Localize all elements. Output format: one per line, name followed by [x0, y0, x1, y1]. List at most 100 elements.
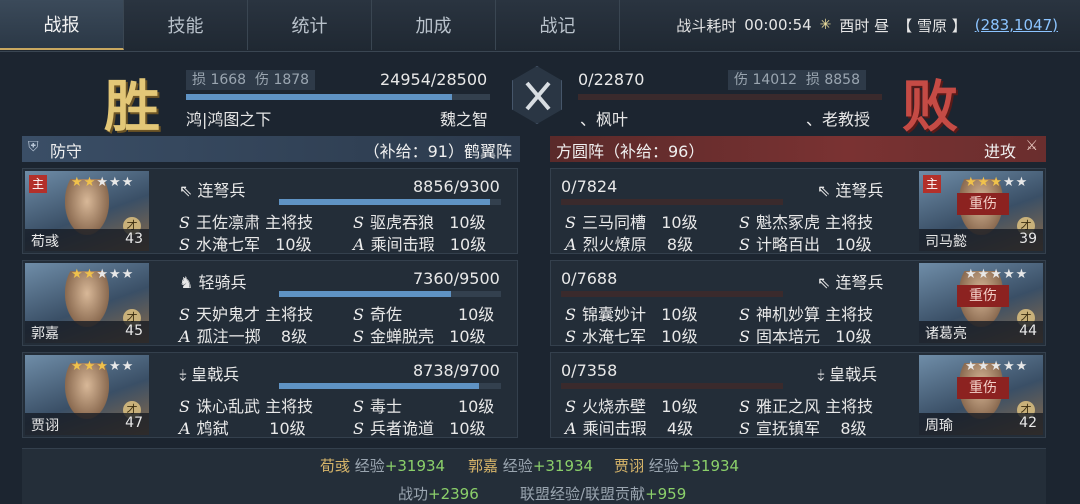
general-level: 43 — [125, 231, 143, 247]
skill-1[interactable]: S 三马同槽 10级 — [565, 209, 698, 233]
tab-skills[interactable]: 技能 — [124, 0, 248, 50]
skill-4[interactable]: S 宣抚镇军 8级 — [739, 415, 867, 439]
hp-bar-fill — [279, 383, 479, 389]
rewards-panel: 荀彧 经验+31934 郭嘉 经验+31934 贾诩 经验+31934 战功+2… — [22, 448, 1046, 504]
troop-hp: 0/7824 — [561, 177, 618, 196]
tab-bonus[interactable]: 加成 — [372, 0, 496, 50]
general-name: 郭嘉 — [31, 326, 59, 342]
left-general-card-1[interactable]: 主 ★★★★★ 才 荀彧 43 ⇖ 连弩兵 8856/9300 S 王佐凛肃 主将… — [22, 168, 518, 254]
skill-4[interactable]: S 兵者诡道 10级 — [353, 415, 486, 439]
defeat-mark: 败 — [902, 74, 958, 140]
left-alliance: 鸿|鸿图之下 — [186, 110, 272, 129]
time-of-day: 酉时 昼 — [839, 16, 890, 35]
hp-bar-fill — [279, 199, 491, 205]
star-rating: ★★★★★ — [71, 359, 135, 374]
general-portrait: ★★★★★ 重伤 才 诸葛亮 44 — [919, 263, 1043, 343]
skill-3[interactable]: A 烈火燎原 8级 — [565, 231, 693, 255]
halberd-icon: ⤈ — [179, 365, 187, 384]
terrain: 【 雪原 】 — [897, 16, 967, 35]
halberd-icon: ⤈ — [817, 365, 825, 384]
shield-icon: ⛨ — [28, 139, 39, 155]
skill-1[interactable]: S 火烧赤壁 10级 — [565, 393, 698, 417]
troop-type: ⇖ 连弩兵 — [817, 181, 884, 200]
troop-type: ⤈ 皇戟兵 — [179, 365, 240, 384]
attack-label: 进攻 — [983, 142, 1016, 161]
crossbow-icon: ⇖ — [817, 273, 831, 292]
tab-statistics[interactable]: 统计 — [248, 0, 372, 50]
injured-badge: 重伤 — [957, 285, 1009, 307]
injured-badge: 重伤 — [957, 193, 1009, 215]
sun-icon: ✳ — [819, 17, 832, 33]
left-general-card-2[interactable]: ★★★★★ 才 郭嘉 45 ♞ 轻骑兵 7360/9500 S 天妒鬼才 主将技 … — [22, 260, 518, 346]
skill-2[interactable]: S 魁杰冢虎 主将技 — [739, 209, 873, 233]
troop-hp: 0/7358 — [561, 361, 618, 380]
skill-2[interactable]: S 雅正之风 主将技 — [739, 393, 873, 417]
tab-report[interactable]: 战报 — [0, 0, 124, 50]
skill-2[interactable]: S 毒士 10级 — [353, 393, 494, 417]
left-stats: 损 1668 伤 1878 — [186, 70, 316, 90]
skill-1[interactable]: S 锦囊妙计 10级 — [565, 301, 698, 325]
skill-4[interactable]: S 金蝉脱壳 10级 — [353, 323, 486, 347]
skill-4[interactable]: S 固本培元 10级 — [739, 323, 872, 347]
general-level: 44 — [1019, 323, 1037, 339]
general-level: 45 — [125, 323, 143, 339]
skill-3[interactable]: A 鸩弑 10级 — [179, 415, 306, 439]
merit-reward: 战功+2396 — [398, 485, 479, 503]
sword-icon: ⚔ — [1025, 138, 1038, 154]
troop-hp: 0/7688 — [561, 269, 618, 288]
skill-3[interactable]: A 孤注一掷 8级 — [179, 323, 307, 347]
right-troops: 0/22870 — [578, 70, 645, 89]
general-name: 荀彧 — [31, 234, 59, 250]
troop-hp: 8738/9700 — [413, 361, 500, 380]
troop-type: ⤈ 皇戟兵 — [817, 365, 878, 384]
hp-bar — [561, 291, 783, 297]
skill-1[interactable]: S 王佐凛肃 主将技 — [179, 209, 313, 233]
right-general-card-3[interactable]: 0/7358 ⤈ 皇戟兵 S 火烧赤壁 10级 S 雅正之风 主将技 A 乘间击瑕 4… — [550, 352, 1046, 438]
star-rating: ★★★★★ — [71, 267, 135, 282]
duration-value: 00:00:54 — [744, 16, 812, 34]
skill-3[interactable]: S 水淹七军 10级 — [565, 323, 698, 347]
skill-4[interactable]: S 计略百出 10级 — [739, 231, 872, 255]
skill-1[interactable]: S 诛心乱武 主将技 — [179, 393, 313, 417]
coordinates-link[interactable]: (283,1047) — [975, 16, 1058, 34]
troop-hp: 8856/9300 — [413, 177, 500, 196]
left-troops-bar — [186, 94, 490, 100]
general-name: 贾诩 — [31, 418, 59, 434]
right-general-card-2[interactable]: 0/7688 ⇖ 连弩兵 S 锦囊妙计 10级 S 神机妙算 主将技 S 水淹七军 1… — [550, 260, 1046, 346]
crossbow-icon: ⇖ — [817, 181, 831, 200]
attack-header: 方圆阵（补给：96） 进攻 ⚔ — [550, 136, 1046, 162]
right-alliance: 、枫叶 — [580, 110, 629, 129]
duration-label: 战斗耗时 — [676, 16, 737, 35]
victory-mark: 胜 — [104, 74, 160, 140]
tab-records[interactable]: 战记 — [496, 0, 620, 50]
left-general-card-3[interactable]: ★★★★★ 才 贾诩 47 ⤈ 皇戟兵 8738/9700 S 诛心乱武 主将技 … — [22, 352, 518, 438]
general-name: 周瑜 — [925, 418, 953, 434]
main-general-badge: 主 — [923, 175, 941, 193]
left-troops: 24954/28500 — [380, 70, 488, 89]
skill-3[interactable]: S 水淹七军 10级 — [179, 231, 312, 255]
hp-bar — [561, 383, 783, 389]
hp-bar-fill — [279, 291, 452, 297]
main-general-badge: 主 — [29, 175, 47, 193]
exp-reward-2: 郭嘉 经验+31934 — [468, 457, 594, 475]
attack-formation: 方圆阵（补给：96） — [556, 142, 705, 161]
right-general-card-1[interactable]: 0/7824 ⇖ 连弩兵 S 三马同槽 10级 S 魁杰冢虎 主将技 A 烈火燎原 8… — [550, 168, 1046, 254]
general-portrait: ★★★★★ 才 贾诩 47 — [25, 355, 149, 435]
right-player: 、老教授 — [806, 110, 871, 129]
left-player: 魏之智 — [440, 110, 489, 129]
general-portrait: 主 ★★★★★ 才 荀彧 43 — [25, 171, 149, 251]
skill-4[interactable]: A 乘间击瑕 10级 — [353, 231, 486, 255]
skill-3[interactable]: A 乘间击瑕 4级 — [565, 415, 693, 439]
hp-bar — [279, 383, 501, 389]
skill-2[interactable]: S 神机妙算 主将技 — [739, 301, 873, 325]
defense-formation: （补给：91）鹤翼阵 — [363, 142, 512, 161]
alliance-reward: 联盟经验/联盟贡献+959 — [520, 485, 687, 503]
skill-2[interactable]: S 驱虎吞狼 10级 — [353, 209, 486, 233]
skill-2[interactable]: S 奇佐 10级 — [353, 301, 494, 325]
star-rating: ★★★★★ — [965, 175, 1029, 190]
exp-reward-3: 贾诩 经验+31934 — [614, 457, 740, 475]
battle-info: 战斗耗时 00:00:54 ✳ 酉时 昼 【 雪原 】 (283,1047) — [676, 0, 1058, 50]
general-portrait: ★★★★★ 重伤 才 周瑜 42 — [919, 355, 1043, 435]
troop-type: ⇖ 连弩兵 — [817, 273, 884, 292]
skill-1[interactable]: S 天妒鬼才 主将技 — [179, 301, 313, 325]
